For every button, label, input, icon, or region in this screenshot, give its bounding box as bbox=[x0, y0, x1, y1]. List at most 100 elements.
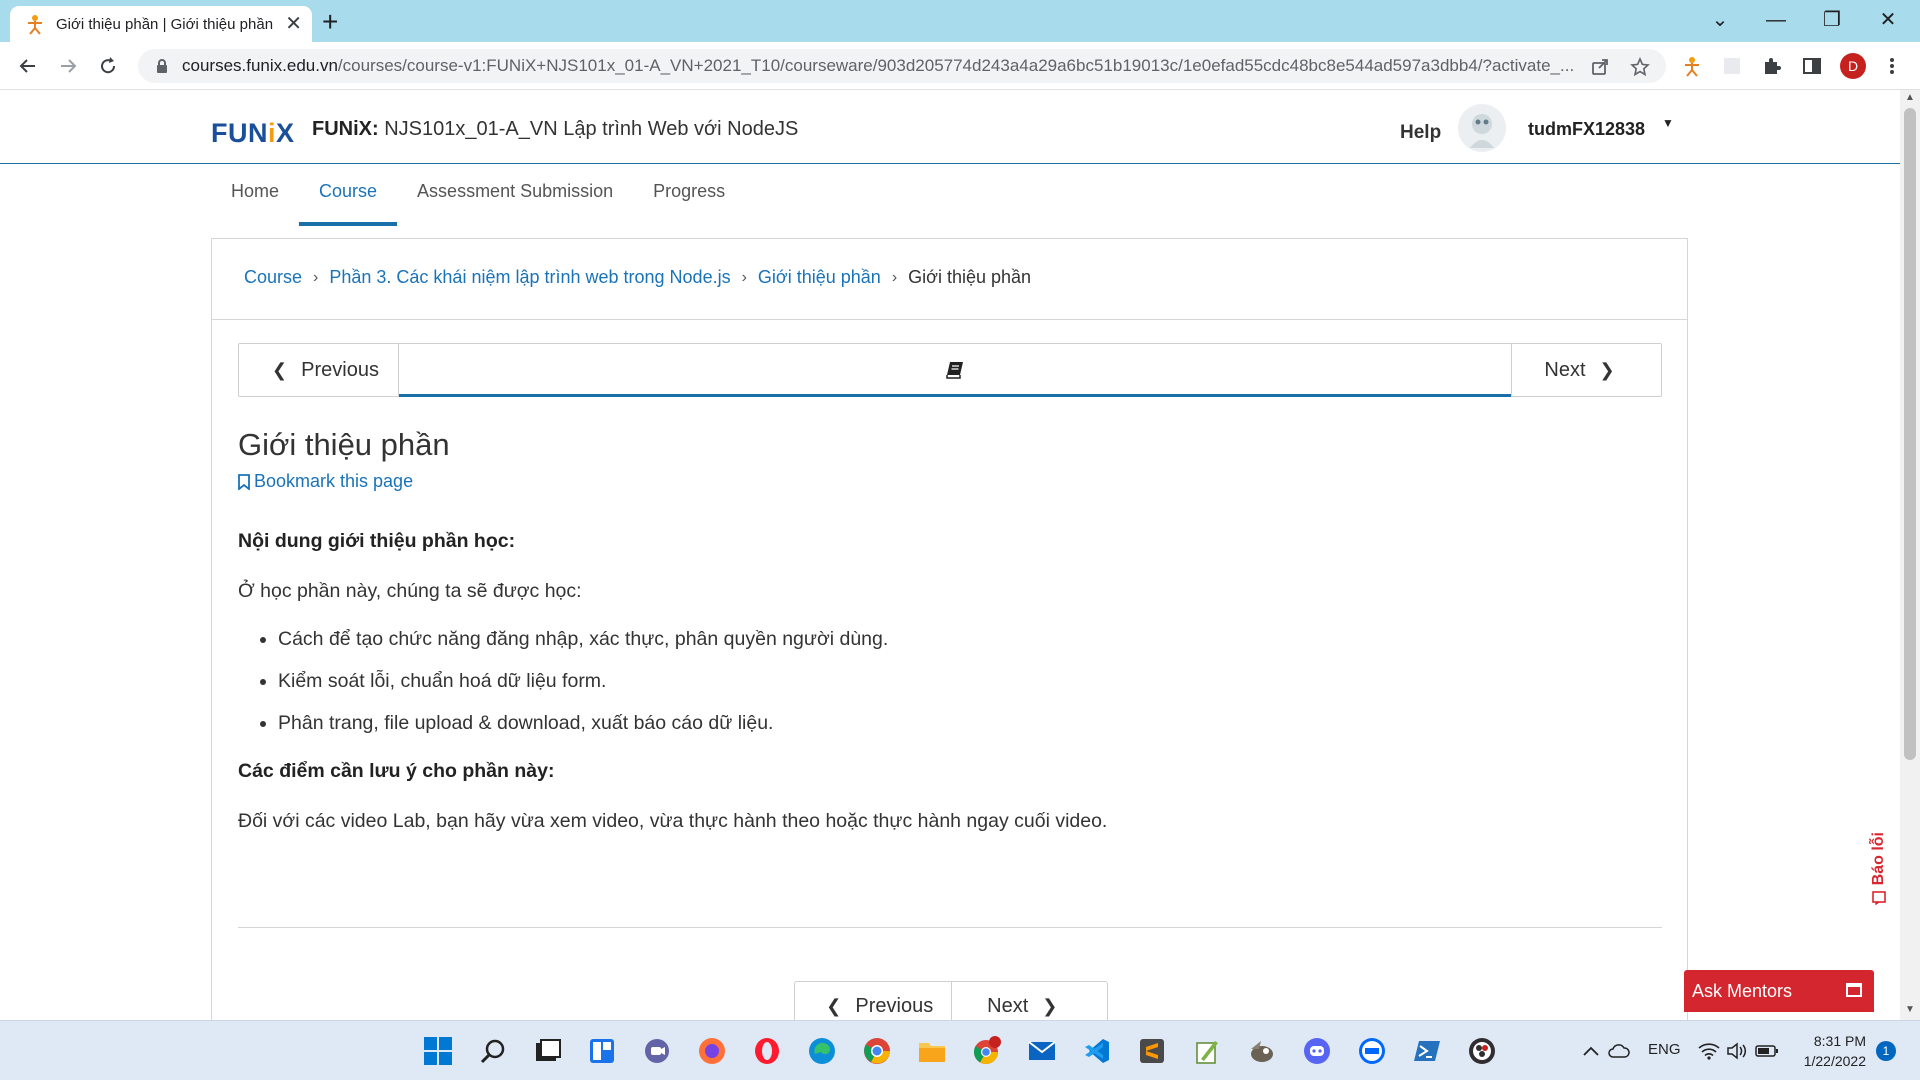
forward-icon[interactable] bbox=[52, 50, 84, 82]
site-header: FUNiX FUNiX: NJS101x_01-A_VN Lập trình W… bbox=[0, 90, 1900, 164]
web-page: FUNiX FUNiX: NJS101x_01-A_VN Lập trình W… bbox=[0, 90, 1900, 1020]
profile-avatar[interactable]: D bbox=[1840, 53, 1866, 79]
browser-toolbar: courses.funix.edu.vn/courses/course-v1:F… bbox=[0, 42, 1920, 90]
teams-chat-icon[interactable] bbox=[640, 1034, 674, 1068]
chrome-menu-icon[interactable] bbox=[1880, 54, 1904, 78]
book-icon bbox=[946, 362, 963, 379]
report-error-button[interactable]: Báo lỗi bbox=[1866, 832, 1892, 942]
chrome-icon[interactable] bbox=[860, 1034, 894, 1068]
tab-course[interactable]: Course bbox=[299, 176, 398, 226]
logo-part: X bbox=[276, 118, 295, 148]
intro-text: Ở học phần này, chúng ta sẽ được học: bbox=[238, 580, 582, 602]
chevron-left-icon: ❮ bbox=[272, 359, 288, 380]
address-bar[interactable]: courses.funix.edu.vn/courses/course-v1:F… bbox=[138, 49, 1666, 83]
report-icon bbox=[1872, 891, 1886, 906]
notification-badge[interactable]: 1 bbox=[1876, 1041, 1896, 1061]
next-unit-button[interactable]: Next ❯ bbox=[1511, 344, 1661, 396]
breadcrumb-course[interactable]: Course bbox=[244, 267, 302, 288]
browser-tab[interactable]: Giới thiệu phần | Giới thiệu phần ✕ bbox=[10, 6, 312, 42]
unit-title: Giới thiệu phần bbox=[238, 427, 450, 462]
username[interactable]: tudmFX12838 bbox=[1528, 119, 1645, 140]
battery-icon[interactable] bbox=[1750, 1034, 1784, 1068]
bookmark-star-icon[interactable] bbox=[1630, 57, 1650, 77]
divider bbox=[212, 319, 1687, 320]
next-label: Next bbox=[987, 994, 1029, 1017]
start-icon[interactable] bbox=[421, 1034, 455, 1068]
side-panel-icon[interactable] bbox=[1800, 54, 1824, 78]
user-menu-caret-icon[interactable]: ▼ bbox=[1662, 116, 1674, 130]
logo-part: i bbox=[268, 118, 277, 148]
back-icon[interactable] bbox=[12, 50, 44, 82]
section-heading: Các điểm cần lưu ý cho phần này: bbox=[238, 760, 555, 782]
help-link[interactable]: Help bbox=[1400, 122, 1441, 144]
tab-home[interactable]: Home bbox=[211, 176, 299, 226]
topic-list: Cách để tạo chức năng đăng nhập, xác thự… bbox=[238, 625, 1658, 737]
bottom-next-button[interactable]: Next ❯ bbox=[952, 982, 1108, 1020]
search-icon[interactable] bbox=[476, 1034, 510, 1068]
opera-icon[interactable] bbox=[750, 1034, 784, 1068]
vscode-icon[interactable] bbox=[1080, 1034, 1114, 1068]
next-label: Next bbox=[1544, 358, 1586, 381]
tab-assessment-submission[interactable]: Assessment Submission bbox=[397, 176, 633, 226]
funix-extension-icon[interactable] bbox=[1680, 54, 1704, 78]
breadcrumb-section[interactable]: Phần 3. Các khái niệm lập trình web tron… bbox=[329, 267, 730, 288]
scroll-up-icon[interactable]: ▲ bbox=[1905, 92, 1915, 103]
share-icon[interactable] bbox=[1590, 57, 1610, 77]
url-path: /courses/course-v1:FUNiX+NJS101x_01-A_VN… bbox=[337, 56, 1575, 75]
url-host: courses.funix.edu.vn bbox=[182, 56, 338, 75]
tab-progress[interactable]: Progress bbox=[633, 176, 745, 226]
scrollbar-thumb[interactable] bbox=[1904, 108, 1916, 760]
restore-icon[interactable]: ❐ bbox=[1804, 4, 1860, 36]
task-view-icon[interactable] bbox=[531, 1034, 565, 1068]
note-text: Đối với các video Lab, bạn hãy vừa xem v… bbox=[238, 810, 1108, 832]
powershell-icon[interactable] bbox=[1410, 1034, 1444, 1068]
tab-search-icon[interactable]: ⌄ bbox=[1692, 4, 1748, 36]
user-avatar[interactable] bbox=[1458, 104, 1506, 152]
course-org: FUNiX: bbox=[312, 118, 379, 140]
language-indicator[interactable]: ENG bbox=[1648, 1041, 1681, 1058]
course-tabs: Home Course Assessment Submission Progre… bbox=[211, 176, 745, 226]
bookmark-button[interactable]: Bookmark this page bbox=[238, 471, 413, 492]
zalo-icon[interactable] bbox=[1355, 1034, 1389, 1068]
notepad-plus-plus-icon[interactable] bbox=[1190, 1034, 1224, 1068]
unit-tab[interactable] bbox=[399, 344, 1511, 397]
minimize-icon[interactable]: — bbox=[1748, 4, 1804, 36]
close-window-icon[interactable]: ✕ bbox=[1860, 4, 1916, 36]
extensions-puzzle-icon[interactable] bbox=[1760, 54, 1784, 78]
bottom-previous-button[interactable]: ❮ Previous bbox=[795, 982, 952, 1020]
page-scrollbar[interactable]: ▲ ▼ bbox=[1900, 90, 1920, 1020]
breadcrumb-subsection[interactable]: Giới thiệu phần bbox=[758, 267, 881, 288]
extension-placeholder-icon[interactable] bbox=[1720, 54, 1744, 78]
onedrive-cloud-icon[interactable] bbox=[1602, 1034, 1636, 1068]
edge-icon[interactable] bbox=[805, 1034, 839, 1068]
funix-logo[interactable]: FUNiX bbox=[211, 118, 295, 149]
reload-icon[interactable] bbox=[92, 50, 124, 82]
chrome-profile-active-icon[interactable] bbox=[970, 1034, 1004, 1068]
obs-icon[interactable] bbox=[1465, 1034, 1499, 1068]
mail-icon[interactable] bbox=[1025, 1034, 1059, 1068]
minimize-chat-icon[interactable] bbox=[1846, 983, 1862, 997]
new-tab-button[interactable]: + bbox=[322, 8, 338, 36]
scroll-down-icon[interactable]: ▼ bbox=[1905, 1004, 1915, 1015]
list-item: Kiểm soát lỗi, chuẩn hoá dữ liệu form. bbox=[278, 667, 1658, 695]
tab-title: Giới thiệu phần | Giới thiệu phần bbox=[56, 15, 274, 33]
file-explorer-icon[interactable] bbox=[915, 1034, 949, 1068]
list-item: Phân trang, file upload & download, xuất… bbox=[278, 709, 1658, 737]
system-clock[interactable]: 8:31 PM 1/22/2022 bbox=[1794, 1031, 1866, 1071]
discord-icon[interactable] bbox=[1300, 1034, 1334, 1068]
url-text: courses.funix.edu.vn/courses/course-v1:F… bbox=[182, 56, 1582, 76]
tab-close-icon[interactable]: ✕ bbox=[285, 14, 302, 34]
sublime-text-icon[interactable] bbox=[1135, 1034, 1169, 1068]
firefox-icon[interactable] bbox=[695, 1034, 729, 1068]
gimp-icon[interactable] bbox=[1245, 1034, 1279, 1068]
chevron-right-icon: ❯ bbox=[1042, 995, 1058, 1016]
bookmark-label: Bookmark this page bbox=[254, 471, 414, 491]
previous-unit-button[interactable]: ❮ Previous bbox=[239, 344, 399, 396]
volume-icon[interactable] bbox=[1720, 1034, 1754, 1068]
courseware-content: Course › Phần 3. Các khái niệm lập trình… bbox=[211, 238, 1688, 1020]
previous-label: Previous bbox=[855, 994, 934, 1017]
ask-mentors-button[interactable]: Ask Mentors bbox=[1684, 970, 1874, 1012]
widgets-icon[interactable] bbox=[585, 1034, 619, 1068]
funix-favicon-icon bbox=[28, 15, 42, 35]
breadcrumb-current: Giới thiệu phần bbox=[908, 267, 1032, 287]
